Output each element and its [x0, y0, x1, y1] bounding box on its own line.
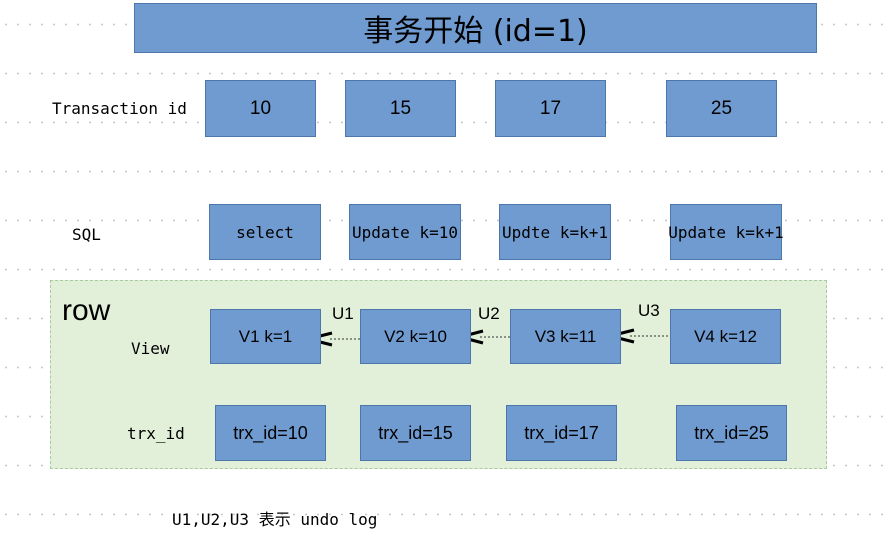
undo-label-1: U1 [332, 304, 354, 323]
version-box-4: V4 k=12 [670, 309, 781, 364]
trx-id-box-1: trx_id=10 [215, 405, 326, 461]
trx-id-box-2: trx_id=15 [360, 405, 471, 461]
version-box-1: V1 k=1 [210, 309, 321, 364]
undo-label-3: U3 [638, 301, 660, 320]
version-box-3: V3 k=11 [510, 309, 621, 364]
version-box-2: V2 k=10 [360, 309, 471, 364]
trx-id-box-4: trx_id=25 [676, 405, 787, 461]
legend-note: U1,U2,U3 表示 undo log [172, 510, 378, 529]
undo-label-2: U2 [478, 304, 500, 323]
trx-id-box-3: trx_id=17 [506, 405, 617, 461]
